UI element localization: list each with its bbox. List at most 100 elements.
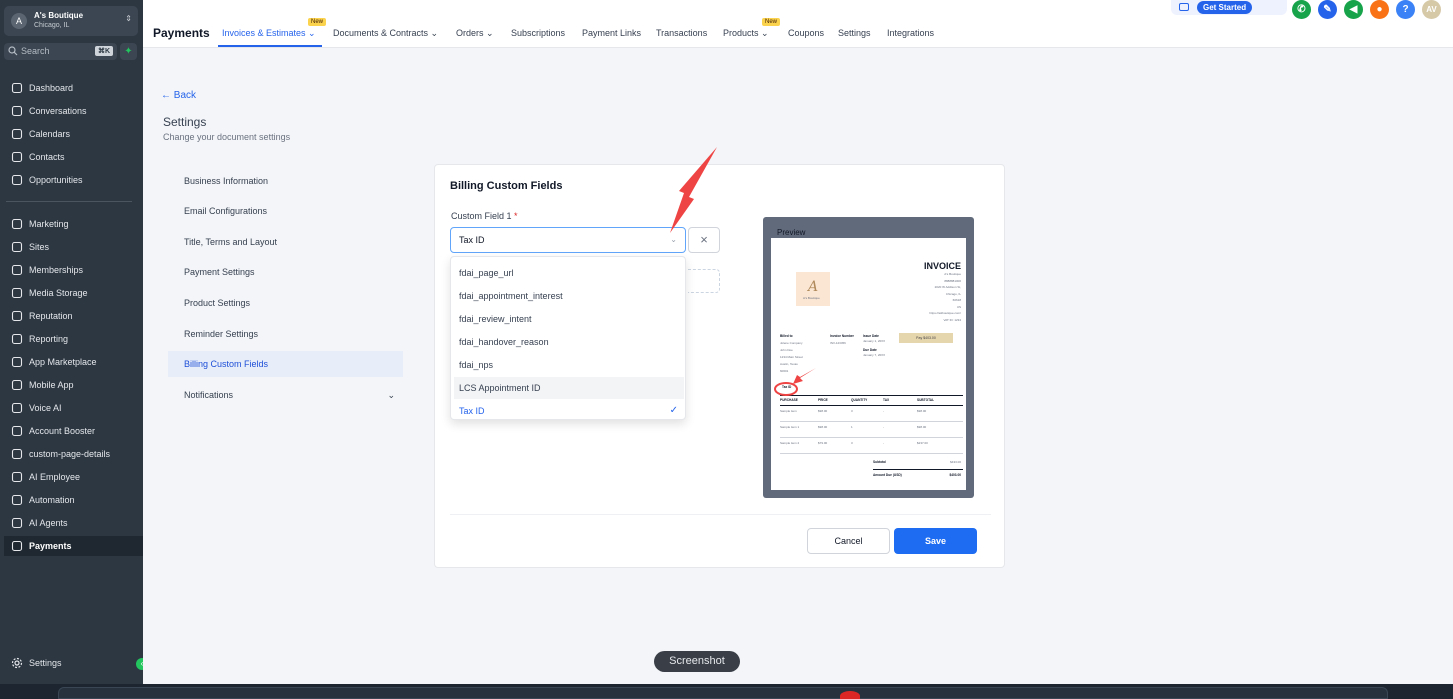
- sidebar-item-memberships[interactable]: Memberships: [4, 260, 143, 280]
- magic-button[interactable]: ✎: [1318, 0, 1337, 19]
- settings-nav-payment-settings[interactable]: Payment Settings: [168, 259, 403, 285]
- help-button[interactable]: ?: [1396, 0, 1415, 19]
- sidebar-item-conversations[interactable]: Conversations: [4, 101, 143, 121]
- custom-field-select[interactable]: Tax ID ⌄: [450, 227, 686, 253]
- tab-integrations[interactable]: Integrations: [887, 28, 934, 38]
- back-link[interactable]: ← Back: [161, 90, 196, 101]
- dropdown-option[interactable]: fdai_review_intent: [454, 308, 684, 330]
- tab-subscriptions[interactable]: Subscriptions: [511, 28, 565, 38]
- logo-name: A's Boutique: [803, 296, 820, 300]
- calendar-icon: [11, 128, 23, 140]
- settings-nav-email-configurations[interactable]: Email Configurations: [168, 198, 403, 224]
- sidebar-item-automation[interactable]: Automation: [4, 490, 143, 510]
- search-shortcut: ⌘K: [94, 46, 113, 56]
- tab-orders[interactable]: Orders ⌄: [456, 28, 494, 39]
- sidebar-item-settings[interactable]: Settings: [4, 653, 143, 673]
- option-label: Tax ID: [459, 406, 485, 416]
- sidebar-item-ai-employee[interactable]: AI Employee: [4, 467, 143, 487]
- announcements-button[interactable]: ◀: [1344, 0, 1363, 19]
- invoice-number: INV-123456: [830, 341, 846, 345]
- get-started-button[interactable]: Get Started: [1197, 1, 1253, 14]
- sidebar-item-media-storage[interactable]: Media Storage: [4, 283, 143, 303]
- dropdown-option[interactable]: fdai_nps: [454, 354, 684, 376]
- add-field-placeholder[interactable]: [688, 269, 720, 293]
- page-title: Payments: [153, 26, 210, 40]
- settings-nav-product-settings[interactable]: Product Settings: [168, 290, 403, 316]
- sidebar-item-label: Reporting: [29, 334, 69, 344]
- sidebar-item-sites[interactable]: Sites: [4, 237, 143, 257]
- table-header: TAX: [883, 398, 890, 402]
- settings-nav-title-terms-and-layout[interactable]: Title, Terms and Layout: [168, 229, 403, 255]
- tab-documents-contracts[interactable]: Documents & Contracts ⌄: [333, 28, 438, 39]
- chevron-down-icon: ⌄: [670, 235, 677, 244]
- phone-button[interactable]: ✆: [1292, 0, 1311, 19]
- settings-nav-notifications[interactable]: Notifications ⌄: [168, 382, 403, 408]
- sidebar-item-label: Mobile App: [29, 380, 74, 390]
- user-avatar[interactable]: AV: [1422, 0, 1441, 19]
- dropdown-option[interactable]: LCS Appointment ID: [454, 377, 684, 399]
- sidebar-item-payments[interactable]: Payments: [4, 536, 143, 556]
- chevron-down-icon: ⌄: [305, 28, 316, 38]
- sidebar-item-marketing[interactable]: Marketing: [4, 214, 143, 234]
- sidebar-item-ai-agents[interactable]: AI Agents: [4, 513, 143, 533]
- sidebar-item-label: custom-page-details: [29, 449, 111, 459]
- sidebar-item-reputation[interactable]: Reputation: [4, 306, 143, 326]
- custom-field-label-text: Custom Field 1: [451, 211, 512, 221]
- tab-transactions[interactable]: Transactions: [656, 28, 707, 38]
- grid-icon: [11, 356, 23, 368]
- tab-label: Subscriptions: [511, 28, 566, 38]
- sparkle-icon: ✦: [124, 46, 133, 57]
- table-divider: [780, 405, 963, 406]
- cancel-button[interactable]: Cancel: [807, 528, 890, 554]
- dropdown-option[interactable]: fdai_page_url: [454, 262, 684, 284]
- settings-nav-business-information[interactable]: Business Information: [168, 168, 403, 194]
- business-address-line: US: [956, 304, 961, 309]
- settings-nav-reminder-settings[interactable]: Reminder Settings: [168, 321, 403, 347]
- sidebar-item-account-booster[interactable]: Account Booster: [4, 421, 143, 441]
- tab-products[interactable]: Products ⌄: [723, 28, 769, 39]
- search-input[interactable]: Search ⌘K: [4, 43, 117, 60]
- sidebar-item-voice-ai[interactable]: Voice AI: [4, 398, 143, 418]
- business-address-line: 8888881000: [944, 278, 961, 283]
- amount-due-label: Amount Due (USD): [873, 473, 902, 477]
- sidebar-item-custom-page-details[interactable]: custom-page-details: [4, 444, 143, 464]
- notifications-button[interactable]: ●: [1370, 0, 1389, 19]
- dropdown-option[interactable]: fdai_handover_reason: [454, 331, 684, 353]
- tab-settings[interactable]: Settings: [838, 28, 871, 38]
- option-label: fdai_nps: [459, 360, 494, 370]
- save-button[interactable]: Save: [894, 528, 977, 554]
- sidebar-item-label: App Marketplace: [29, 357, 97, 367]
- get-started-banner[interactable]: Get Started: [1171, 0, 1287, 15]
- business-address-line: A's Boutique: [944, 272, 961, 276]
- sidebar-item-label: Voice AI: [29, 403, 62, 413]
- sidebar-item-opportunities[interactable]: Opportunities: [4, 170, 143, 190]
- tab-label: Transactions: [656, 28, 708, 38]
- due-date: January 7, 20XX: [863, 353, 886, 357]
- new-badge: New: [308, 18, 327, 26]
- tab-coupons[interactable]: Coupons: [788, 28, 824, 38]
- business-address-line: 60618: [952, 298, 961, 302]
- sidebar-item-reporting[interactable]: Reporting: [4, 329, 143, 349]
- dropdown-option[interactable]: Tax ID ✓: [454, 400, 684, 422]
- sidebar-item-app-marketplace[interactable]: App Marketplace: [4, 352, 143, 372]
- billed-to-line: Jolene Company: [780, 341, 803, 345]
- check-icon: ✓: [669, 405, 678, 416]
- tab-invoices-estimates[interactable]: Invoices & Estimates ⌄: [222, 28, 316, 39]
- invoice-title: INVOICE: [923, 261, 961, 271]
- sidebar-item-calendars[interactable]: Calendars: [4, 124, 143, 144]
- sidebar-item-contacts[interactable]: Contacts: [4, 147, 143, 167]
- option-label: LCS Appointment ID: [459, 383, 541, 393]
- remove-field-button[interactable]: ×: [688, 227, 720, 253]
- dropdown-option[interactable]: fdai_appointment_interest: [454, 285, 684, 307]
- chevron-down-icon: ⌄: [387, 390, 395, 400]
- sidebar-item-dashboard[interactable]: Dashboard: [4, 78, 143, 98]
- table-cell: Sample item 1: [780, 425, 800, 429]
- account-switcher[interactable]: A A's Boutique Chicago, IL ⇕: [4, 6, 138, 36]
- table-cell: -: [883, 409, 884, 413]
- bell-icon: ●: [1376, 4, 1383, 15]
- settings-nav-billing-custom-fields[interactable]: Billing Custom Fields: [168, 351, 403, 377]
- quick-action-button[interactable]: ✦: [120, 43, 137, 60]
- sidebar-item-mobile-app[interactable]: Mobile App: [4, 375, 143, 395]
- tab-payment-links[interactable]: Payment Links: [582, 28, 641, 38]
- pay-button: Pay $403.00: [899, 333, 953, 343]
